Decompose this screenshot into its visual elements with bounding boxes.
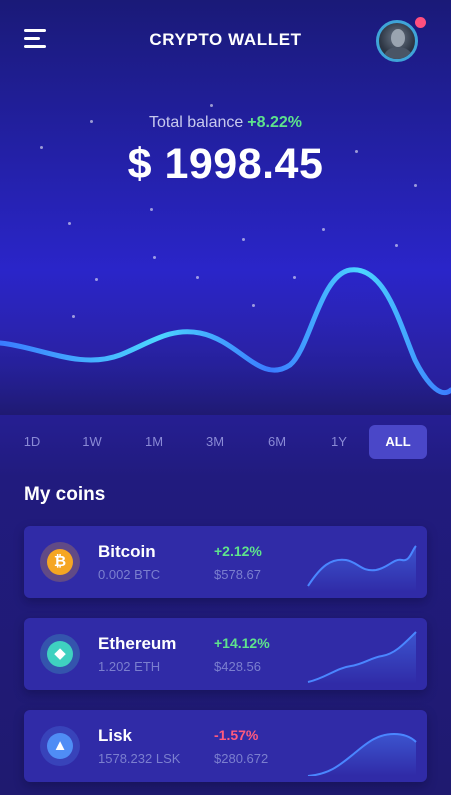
ethereum-icon: ◆ <box>40 634 80 674</box>
coin-amount: 1.202 ETH <box>98 659 161 674</box>
my-coins-title: My coins <box>24 484 106 505</box>
lisk-sparkline <box>307 732 417 776</box>
ethereum-sparkline <box>307 631 417 684</box>
coin-card-ethereum[interactable]: ◆ Ethereum 1.202 ETH +14.12% $428.56 <box>24 618 427 690</box>
balance-change: +8.22% <box>247 114 302 131</box>
period-selector: 1D 1W 1M 3M 6M 1Y ALL <box>14 425 434 459</box>
coin-amount: 0.002 BTC <box>98 567 161 582</box>
lisk-icon: ▲ <box>40 726 80 766</box>
coin-change: -1.57% <box>214 727 259 743</box>
bitcoin-sparkline <box>307 545 417 592</box>
coin-value: $280.672 <box>214 751 269 766</box>
coin-change: +2.12% <box>214 543 262 559</box>
notification-badge <box>415 17 426 28</box>
balance-label-text: Total balance <box>148 114 244 131</box>
coin-change: +14.12% <box>214 635 270 651</box>
period-1w[interactable]: 1W <box>72 425 112 459</box>
top-bar: CRYPTO WALLET <box>0 0 451 80</box>
period-all[interactable]: ALL <box>369 425 427 459</box>
coin-value: $578.67 <box>214 567 261 582</box>
coin-name: Bitcoin <box>98 542 156 561</box>
coin-value: $428.56 <box>214 659 261 674</box>
period-1y[interactable]: 1Y <box>319 425 359 459</box>
bitcoin-icon: ₿ <box>40 542 80 582</box>
period-6m[interactable]: 6M <box>257 425 297 459</box>
total-balance-label: Total balance +8.22% <box>0 114 451 132</box>
coin-card-lisk[interactable]: ▲ Lisk 1578.232 LSK -1.57% $280.672 <box>24 710 427 782</box>
user-avatar[interactable] <box>376 20 418 62</box>
coin-name: Ethereum <box>98 634 177 653</box>
period-1m[interactable]: 1M <box>134 425 174 459</box>
coin-card-bitcoin[interactable]: ₿ Bitcoin 0.002 BTC +2.12% $578.67 <box>24 526 427 598</box>
balance-chart <box>0 267 451 415</box>
period-3m[interactable]: 3M <box>195 425 235 459</box>
coin-name: Lisk <box>98 726 133 745</box>
period-1d[interactable]: 1D <box>14 425 50 459</box>
balance-amount: $ 1998.45 <box>127 140 324 188</box>
coin-amount: 1578.232 LSK <box>98 751 181 766</box>
